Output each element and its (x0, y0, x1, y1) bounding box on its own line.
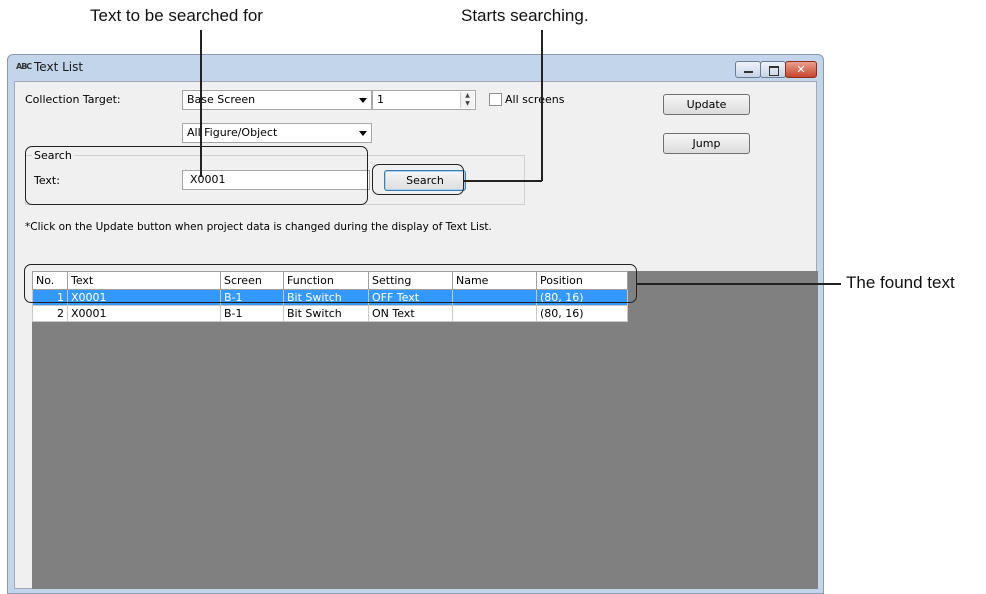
title-bar: ABC Text List ✕ (8, 55, 823, 79)
chevron-down-icon (359, 98, 367, 103)
cell-text: X0001 (67, 305, 221, 322)
screen-type-select[interactable]: Base Screen (182, 90, 372, 110)
close-button[interactable]: ✕ (785, 61, 817, 78)
chevron-down-icon (359, 131, 367, 136)
spinner-arrows-icon[interactable]: ▲ ▼ (460, 92, 474, 108)
cell-setting: ON Text (368, 305, 453, 322)
collection-target-label: Collection Target: (25, 93, 121, 106)
cell-no: 2 (32, 305, 68, 322)
found-text-highlight (24, 264, 637, 303)
callout-found-text: The found text (846, 273, 955, 292)
cell-screen: B-1 (220, 305, 284, 322)
update-note: *Click on the Update button when project… (25, 221, 492, 233)
close-icon: ✕ (796, 63, 806, 76)
callout-line-search-text (200, 30, 202, 177)
screen-number-value: 1 (377, 93, 384, 106)
text-list-window: ABC Text List ✕ Collection Target: Base … (7, 54, 824, 594)
update-button[interactable]: Update (663, 94, 750, 115)
cell-function: Bit Switch (283, 305, 369, 322)
minimize-button[interactable] (735, 61, 761, 78)
cell-name (452, 305, 537, 322)
minimize-icon (744, 71, 753, 73)
screen-type-value: Base Screen (187, 93, 256, 106)
jump-button[interactable]: Jump (663, 133, 750, 154)
callout-search-text: Text to be searched for (90, 6, 263, 25)
results-grid: No. Text Screen Function Setting Name Po… (32, 271, 818, 589)
callout-line-found-text (637, 283, 841, 285)
search-text-highlight (25, 146, 368, 205)
maximize-icon (769, 66, 779, 76)
window-title: Text List (34, 60, 84, 74)
callout-line-starts-search-h (464, 180, 542, 182)
search-button-highlight (372, 164, 464, 195)
figure-filter-select[interactable]: All Figure/Object (182, 123, 372, 143)
cell-position: (80, 16) (536, 305, 628, 322)
all-screens-checkbox[interactable] (489, 93, 502, 106)
callout-line-starts-search-v (541, 30, 543, 181)
maximize-button[interactable] (760, 61, 786, 78)
callout-starts-search: Starts searching. (461, 6, 589, 25)
text-list-icon: ABC (16, 62, 32, 71)
all-screens-label: All screens (505, 93, 565, 106)
screen-number-spinner[interactable]: 1 ▲ ▼ (372, 90, 476, 110)
table-row[interactable]: 2 X0001 B-1 Bit Switch ON Text (80, 16) (32, 305, 628, 322)
